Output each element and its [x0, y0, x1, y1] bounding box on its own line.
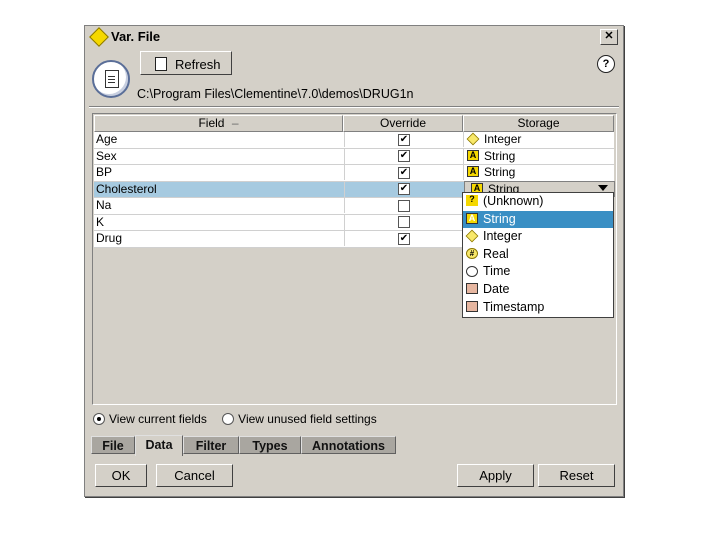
- override-cell: [344, 198, 463, 213]
- field-name-cell: Drug: [96, 231, 123, 245]
- help-button[interactable]: ?: [597, 55, 615, 73]
- field-name-cell: Sex: [96, 148, 117, 163]
- field-name-cell: Age: [96, 132, 118, 146]
- field-column-header[interactable]: Field ‒: [94, 115, 343, 132]
- override-cell: ✔: [344, 165, 463, 180]
- tab-bar: File Data Filter Types Annotations: [91, 435, 617, 456]
- override-cell: ✔: [344, 148, 463, 164]
- close-button[interactable]: ✕: [600, 29, 618, 45]
- string-icon: A: [466, 212, 478, 224]
- title-bar[interactable]: Var. File ✕: [86, 27, 622, 47]
- integer-icon: [466, 132, 480, 146]
- view-options: View current fields View unused field se…: [93, 412, 389, 426]
- storage-cell[interactable]: A String: [463, 148, 614, 164]
- storage-value: String: [484, 148, 516, 163]
- dropdown-option-integer[interactable]: Integer: [463, 228, 613, 246]
- tab-annotations[interactable]: Annotations: [301, 436, 396, 454]
- storage-value: String: [484, 165, 516, 179]
- timestamp-icon: [466, 300, 478, 312]
- field-name-cell: Cholesterol: [96, 181, 157, 196]
- override-cell: ✔: [344, 181, 463, 197]
- time-icon: [466, 265, 478, 277]
- file-path: C:\Program Files\Clementine\7.0\demos\DR…: [137, 87, 414, 101]
- sort-indicator-icon: ‒: [231, 116, 239, 130]
- storage-cell[interactable]: Integer: [463, 132, 614, 147]
- view-current-fields-label: View current fields: [109, 412, 207, 426]
- field-header-label: Field: [198, 116, 225, 130]
- dropdown-option-date[interactable]: Date: [463, 281, 613, 299]
- checkbox-checked[interactable]: ✔: [398, 133, 410, 146]
- view-unused-fields-label: View unused field settings: [238, 412, 377, 426]
- override-cell: [344, 214, 463, 230]
- storage-cell[interactable]: A String: [463, 165, 614, 180]
- override-cell: ✔: [344, 231, 463, 246]
- radio-unselected-icon: [222, 412, 235, 425]
- string-icon: A: [467, 166, 479, 178]
- table-row[interactable]: Sex ✔ A String: [94, 148, 614, 165]
- divider: [89, 106, 619, 108]
- cancel-button[interactable]: Cancel: [156, 464, 233, 487]
- dropdown-option-string[interactable]: A String: [463, 210, 613, 229]
- dropdown-option-label: Integer: [483, 229, 522, 244]
- var-file-diamond-icon: [89, 27, 109, 47]
- real-icon: #: [466, 247, 478, 259]
- radio-selected-icon: [93, 412, 105, 425]
- dropdown-option-time[interactable]: Time: [463, 263, 613, 281]
- refresh-button[interactable]: Refresh: [140, 51, 232, 75]
- dropdown-option-label: String: [483, 211, 516, 226]
- apply-button[interactable]: Apply: [457, 464, 534, 487]
- field-name-cell: Na: [96, 198, 112, 212]
- integer-icon: [465, 229, 479, 243]
- dropdown-option-label: Date: [483, 281, 510, 296]
- storage-value: Integer: [484, 132, 522, 146]
- override-column-header[interactable]: Override: [343, 115, 463, 132]
- dropdown-option-unknown[interactable]: ? (Unknown): [463, 193, 613, 211]
- document-icon: [105, 70, 119, 88]
- dropdown-option-label: Real: [483, 246, 509, 261]
- table-row[interactable]: BP ✔ A String: [94, 165, 614, 182]
- tab-file[interactable]: File: [91, 436, 135, 454]
- checkbox-unchecked[interactable]: [398, 199, 410, 212]
- reset-button[interactable]: Reset: [538, 464, 615, 487]
- refresh-label: Refresh: [175, 57, 221, 72]
- table-row[interactable]: Age ✔ Integer: [94, 132, 614, 149]
- window-title: Var. File: [111, 29, 161, 44]
- refresh-icon: [155, 57, 167, 71]
- dropdown-option-label: Time: [483, 264, 511, 279]
- override-cell: ✔: [344, 132, 463, 147]
- chevron-down-icon: [598, 184, 608, 191]
- unknown-icon: ?: [466, 195, 478, 207]
- checkbox-checked[interactable]: ✔: [398, 150, 410, 163]
- checkbox-checked[interactable]: ✔: [398, 166, 410, 179]
- tab-data[interactable]: Data: [135, 435, 183, 456]
- var-file-dialog: Var. File ✕ Refresh ? C:\Program Files\C…: [84, 25, 624, 497]
- storage-column-header[interactable]: Storage: [463, 115, 614, 132]
- view-current-fields-radio[interactable]: View current fields: [93, 412, 207, 426]
- tab-types[interactable]: Types: [239, 436, 301, 454]
- ok-button[interactable]: OK: [95, 464, 147, 487]
- dropdown-option-real[interactable]: # Real: [463, 246, 613, 264]
- date-icon: [466, 283, 478, 295]
- checkbox-unchecked[interactable]: [398, 216, 410, 229]
- table-header: Field ‒ Override Storage: [94, 115, 614, 132]
- view-unused-fields-radio[interactable]: View unused field settings: [222, 412, 377, 426]
- checkbox-checked[interactable]: ✔: [398, 183, 410, 196]
- field-name-cell: BP: [96, 165, 113, 179]
- file-node-icon: [92, 60, 130, 98]
- tab-filter[interactable]: Filter: [183, 436, 239, 454]
- dropdown-option-label: (Unknown): [483, 194, 544, 208]
- string-icon: A: [467, 149, 479, 161]
- storage-dropdown-list: ? (Unknown) A String Integer # Real Time Date Tim…: [462, 192, 614, 318]
- checkbox-checked[interactable]: ✔: [398, 232, 410, 245]
- dropdown-option-timestamp[interactable]: Timestamp: [463, 299, 613, 317]
- field-name-cell: K: [96, 214, 105, 229]
- dropdown-option-label: Timestamp: [483, 299, 545, 314]
